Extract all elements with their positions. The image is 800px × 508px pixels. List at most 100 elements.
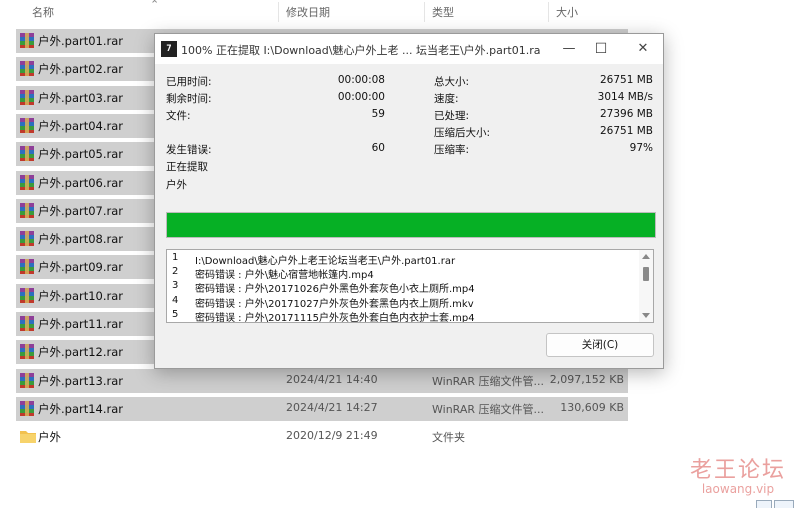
total-size-value: 26751 MB: [599, 74, 653, 86]
errors-value: 60: [371, 142, 385, 154]
file-name: 户外.part07.rar: [38, 203, 124, 218]
winrar-extract-dialog: 7 100% 正在提取 I:\Download\魅心户外上老 ... 坛当老王\…: [154, 33, 664, 369]
errors-label: 发生错误:: [166, 144, 212, 156]
file-name: 户外.part13.rar: [38, 373, 124, 388]
elapsed-value: 00:00:08: [337, 74, 385, 86]
file-type: WinRAR 压缩文件管...: [432, 402, 545, 416]
error-log-list[interactable]: 1 I:\Download\魅心户外上老王论坛当老王\户外.part01.rar 2…: [166, 249, 654, 323]
log-entry-message: 密码错误 : 户外\20171115户外灰色外套白色内衣护士套.mp4: [195, 312, 475, 323]
compressed-size-label: 压缩后大小:: [434, 127, 491, 139]
elapsed-label: 已用时间:: [166, 76, 212, 88]
log-entry-message: 密码错误 : 户外\20171027户外灰色外套黑色内衣上厕所.mkv: [195, 298, 474, 310]
winrar-archive-icon: [20, 174, 34, 190]
log-entry-message: 密码错误 : 户外\魅心宿营地帐篷内.mp4: [195, 270, 374, 282]
winrar-archive-icon: [20, 202, 34, 218]
file-type: 文件夹: [432, 431, 465, 445]
remaining-label: 剩余时间:: [166, 93, 212, 105]
extracting-label: 正在提取: [166, 161, 208, 173]
taskbar-edge: [774, 500, 794, 508]
log-entry[interactable]: 4 密码错误 : 户外\20171027户外灰色外套黑色内衣上厕所.mkv: [167, 294, 637, 310]
file-row[interactable]: 户外.part14.rar 2024/4/21 14:27 WinRAR 压缩文件管…: [16, 396, 628, 421]
winrar-archive-icon: [20, 344, 34, 360]
current-item: 户外: [166, 179, 187, 191]
log-entry[interactable]: 3 密码错误 : 户外\20171026户外黑色外套灰色小衣上厕所.mp4: [167, 280, 637, 296]
winrar-archive-icon: [20, 400, 34, 416]
close-window-button[interactable]: ✕: [625, 34, 661, 64]
ratio-value: 97%: [629, 142, 653, 154]
total-size-label: 总大小:: [434, 76, 470, 88]
file-name: 户外.part11.rar: [38, 317, 124, 331]
dialog-title: 100% 正在提取 I:\Download\魅心户外上老 ... 坛当老王\户外…: [181, 44, 541, 57]
file-name: 户外.part08.rar: [38, 232, 124, 247]
speed-value: 3014 MB/s: [597, 91, 653, 103]
scroll-thumb[interactable]: [643, 267, 649, 281]
file-type: WinRAR 压缩文件管...: [432, 374, 545, 388]
file-name: 户外.part14.rar: [38, 401, 124, 416]
log-entry-message: 密码错误 : 户外\20171026户外黑色外套灰色小衣上厕所.mp4: [195, 284, 475, 296]
taskbar-edge: [756, 500, 772, 508]
file-date: 2020/12/9 21:49: [286, 429, 378, 443]
ratio-label: 压缩率:: [434, 144, 470, 156]
folder-icon: [20, 429, 36, 444]
winrar-archive-icon: [20, 231, 34, 247]
winrar-archive-icon: [20, 146, 34, 162]
watermark: 老王论坛 laowang.vip: [690, 452, 786, 496]
file-name: 户外.part01.rar: [38, 34, 124, 48]
file-name: 户外.part12.rar: [38, 345, 124, 360]
log-entry-number: 3: [172, 280, 179, 292]
file-name: 户外: [38, 430, 61, 445]
watermark-subtitle: laowang.vip: [701, 482, 775, 496]
winrar-archive-icon: [20, 259, 34, 275]
winrar-archive-icon: [20, 316, 34, 331]
collapse-chevron-icon[interactable]: ⌃: [150, 0, 159, 11]
log-entry-number: 4: [172, 294, 179, 306]
file-name: 户外.part05.rar: [38, 147, 124, 162]
column-header-name[interactable]: 名称: [32, 4, 54, 20]
log-scrollbar[interactable]: [639, 250, 653, 322]
processed-value: 27396 MB: [599, 108, 653, 120]
speed-label: 速度:: [434, 93, 459, 105]
file-name: 户外.part04.rar: [38, 118, 124, 133]
file-name: 户外.part06.rar: [38, 175, 124, 190]
files-value: 59: [371, 108, 385, 120]
log-entry[interactable]: 2 密码错误 : 户外\魅心宿营地帐篷内.mp4: [167, 266, 637, 282]
log-entry-message: I:\Download\魅心户外上老王论坛当老王\户外.part01.rar: [195, 256, 456, 267]
file-date: 2024/4/21 14:27: [286, 400, 378, 414]
column-header-date[interactable]: 修改日期: [286, 4, 330, 20]
file-name: 户外.part10.rar: [38, 288, 124, 303]
file-name: 户外.part02.rar: [38, 62, 124, 77]
extraction-progress-bar: [166, 212, 656, 238]
compressed-size-value: 26751 MB: [599, 125, 653, 137]
column-header-size[interactable]: 大小: [556, 4, 578, 20]
winrar-archive-icon: [20, 89, 34, 105]
file-date: 2024/4/21 14:40: [286, 372, 378, 386]
winrar-archive-icon: [20, 117, 34, 133]
processed-label: 已处理:: [434, 110, 470, 122]
file-row[interactable]: 户外.part13.rar 2024/4/21 14:40 WinRAR 压缩文件管…: [16, 368, 628, 393]
winrar-archive-icon: [20, 61, 34, 77]
folder-row[interactable]: 户外 2020/12/9 21:49 文件夹: [16, 425, 628, 449]
log-entry-number: 1: [172, 252, 179, 263]
dialog-titlebar[interactable]: 7 100% 正在提取 I:\Download\魅心户外上老 ... 坛当老王\…: [155, 34, 663, 64]
winrar-app-icon: 7: [161, 41, 177, 57]
close-button[interactable]: 关闭(C): [546, 333, 654, 357]
winrar-archive-icon: [20, 33, 34, 48]
log-entry-number: 2: [172, 266, 179, 278]
log-entry[interactable]: 1 I:\Download\魅心户外上老王论坛当老王\户外.part01.rar: [167, 252, 637, 267]
log-entry-number: 5: [172, 308, 179, 320]
file-name: 户外.part09.rar: [38, 260, 124, 275]
minimize-button[interactable]: —: [551, 34, 587, 64]
column-header-type[interactable]: 类型: [432, 4, 454, 20]
log-entry[interactable]: 5 密码错误 : 户外\20171115户外灰色外套白色内衣护士套.mp4: [167, 308, 637, 323]
files-label: 文件:: [166, 110, 191, 122]
file-size: 2,097,152 KB: [549, 372, 624, 386]
scroll-down-arrow-icon[interactable]: [642, 313, 650, 318]
maximize-button[interactable]: ☐: [583, 34, 619, 64]
file-size: 130,609 KB: [560, 400, 624, 414]
scroll-up-arrow-icon[interactable]: [642, 254, 650, 259]
file-name: 户外.part03.rar: [38, 90, 124, 105]
column-header-bar: 名称 ⌃ 修改日期 类型 大小: [0, 0, 800, 24]
watermark-title: 老王论坛: [689, 458, 786, 483]
remaining-value: 00:00:00: [337, 91, 385, 103]
winrar-archive-icon: [20, 372, 34, 388]
